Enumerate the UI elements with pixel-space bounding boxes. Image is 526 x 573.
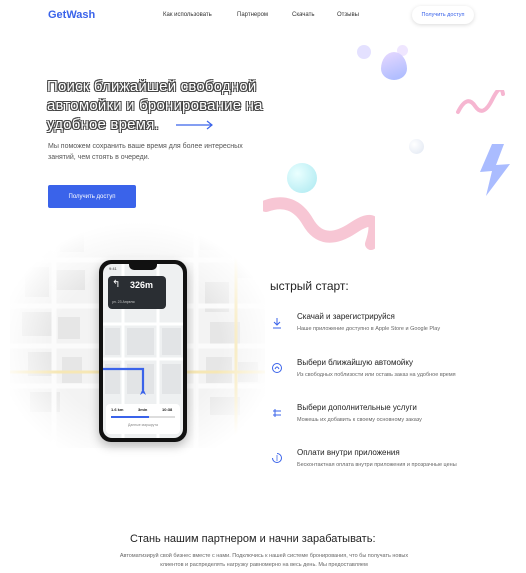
route-duration: 3min xyxy=(138,407,148,412)
arrow-right-icon xyxy=(176,120,213,130)
nav-partner[interactable]: Партнером xyxy=(237,12,268,18)
navigation-street: ул. 23 Апреля xyxy=(112,300,135,304)
step-title: Скачай и зарегистрируйся xyxy=(297,312,395,321)
decor-lightning xyxy=(480,144,510,196)
quick-start-title: ыстрый старт: xyxy=(270,279,349,293)
navigation-card: ↰ 326m ул. 23 Апреля xyxy=(108,276,166,309)
step-description: Бесконтактная оплата внутри приложения и… xyxy=(297,462,457,468)
step-description: Из свободных поблизости или оставь заказ… xyxy=(297,372,456,378)
logo[interactable]: GetWash xyxy=(48,9,95,21)
route-details-button[interactable]: Данные маршрута xyxy=(110,423,176,427)
nav-how-to-use[interactable]: Как использовать xyxy=(163,12,212,18)
services-icon xyxy=(273,409,281,417)
partner-text: Автоматизируй свой бизнес вместе с нами.… xyxy=(119,553,409,568)
turn-left-icon: ↰ xyxy=(112,279,121,290)
get-access-header-button[interactable]: Получить доступ xyxy=(412,6,474,24)
route-progress-bar xyxy=(111,416,175,418)
partner-title: Стань нашим партнером и начни зарабатыва… xyxy=(130,533,376,545)
download-icon xyxy=(273,318,281,329)
phone-status-time: 9:41 xyxy=(109,266,117,271)
hero-subtitle: Мы поможем сохранить ваше время для боле… xyxy=(48,143,243,161)
payment-icon xyxy=(272,453,282,463)
decor-sphere xyxy=(409,139,424,154)
decor-drop xyxy=(381,52,407,80)
route-distance: 1.6 km xyxy=(111,407,124,412)
get-access-button[interactable]: Получить доступ xyxy=(48,185,136,208)
step-title: Выбери ближайшую автомойку xyxy=(297,358,413,367)
route-progress-fill xyxy=(111,416,150,418)
nav-reviews[interactable]: Отзывы xyxy=(337,12,359,18)
decor-wave-ribbon xyxy=(263,197,375,250)
car-wash-icon xyxy=(272,363,282,373)
phone-mockup: 9:41 ↰ 326m ул. 23 Апреля 1.6 km 3min 10… xyxy=(99,260,187,442)
decor-bubble xyxy=(357,45,371,59)
step-description: Наше приложение доступно в Apple Store и… xyxy=(297,326,441,332)
hero-title: Поиск ближайшей свободной автомойки и бр… xyxy=(47,78,263,133)
step-title: Выбери дополнительные услуги xyxy=(297,403,417,412)
route-info-card: 1.6 km 3min 10:38 Данные маршрута xyxy=(106,404,180,434)
route-arrival: 10:38 xyxy=(162,407,173,412)
step-description: Можешь их добавить к своему основному за… xyxy=(297,417,422,423)
phone-notch xyxy=(129,264,157,270)
navigation-distance: 326m xyxy=(130,280,154,290)
decor-squiggle xyxy=(456,90,505,114)
decor-sphere xyxy=(287,163,317,193)
step-title: Оплати внутри приложения xyxy=(297,448,400,457)
phone-screen: 9:41 ↰ 326m ул. 23 Апреля 1.6 km 3min 10… xyxy=(103,264,183,438)
nav-download[interactable]: Скачать xyxy=(292,12,315,18)
